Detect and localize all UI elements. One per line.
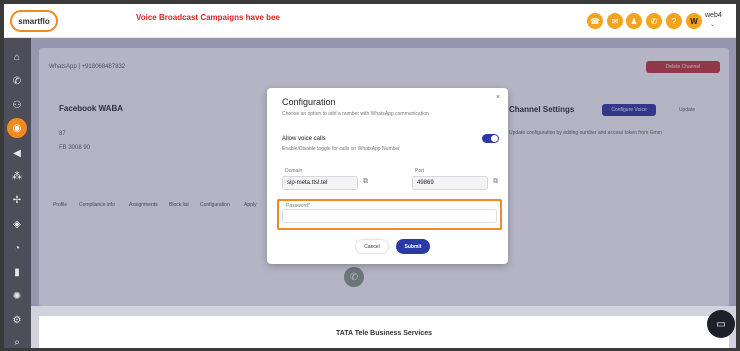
password-field[interactable]	[282, 209, 497, 223]
modal-subtitle: Choose an option to add a number with Wh…	[282, 111, 429, 117]
close-icon[interactable]: ×	[496, 94, 500, 101]
message-icon[interactable]: ✉	[607, 13, 623, 29]
app-window: smartflo Voice Broadcast Campaigns have …	[4, 4, 736, 348]
smartflo-logo[interactable]: smartflo	[10, 10, 58, 32]
gear-icon[interactable]: ⚙	[10, 313, 24, 327]
chat-icon[interactable]: ▭	[707, 310, 735, 338]
chevron-down-icon[interactable]: ⌄	[710, 21, 715, 28]
cancel-button[interactable]: Cancel	[356, 240, 388, 253]
sidebar: ⌂ ✆ ⚇ ◉ ◀ ⁂ ✢ ◈ ◔ ▮ ✺ ⚙ ⌕	[4, 38, 31, 348]
copy-icon[interactable]: ⧉	[493, 178, 498, 186]
phone-icon[interactable]: ✆	[10, 74, 24, 88]
modal-title: Configuration	[282, 97, 336, 107]
submit-button[interactable]: Submit	[396, 239, 430, 254]
megaphone-icon[interactable]: ◀	[10, 146, 24, 160]
top-bar: smartflo Voice Broadcast Campaigns have …	[4, 4, 736, 38]
channel-icon[interactable]: ◉	[7, 118, 27, 138]
domain-field[interactable]: sip-meta.ttsl.tel	[282, 176, 358, 190]
voice-calls-toggle[interactable]	[482, 134, 499, 143]
domain-label: Domain	[285, 168, 303, 174]
agent-icon[interactable]: ♟	[626, 13, 642, 29]
pie-chart-icon[interactable]: ◔	[10, 241, 24, 255]
bar-chart-icon[interactable]: ▮	[10, 265, 24, 279]
network-icon[interactable]: ⁂	[10, 169, 24, 183]
configuration-modal: Configuration Choose an option to add a …	[267, 88, 508, 264]
port-field[interactable]: 49869	[412, 176, 488, 190]
home-icon[interactable]: ⌂	[10, 50, 24, 64]
users-icon[interactable]: ⚇	[10, 98, 24, 112]
avatar[interactable]: W	[686, 13, 702, 29]
routing-icon[interactable]: ✢	[10, 193, 24, 207]
announcement-banner: Voice Broadcast Campaigns have bee	[136, 13, 280, 22]
user-name[interactable]: web4	[705, 12, 722, 19]
call-icon[interactable]: ✆	[646, 13, 662, 29]
help-icon[interactable]: ?	[666, 13, 682, 29]
settings-icon[interactable]: ✺	[10, 289, 24, 303]
footer: TATA Tele Business Services	[39, 316, 729, 348]
logo-text: smartflo	[18, 16, 50, 26]
port-label: Port	[415, 168, 425, 174]
voice-calls-label: Allow voice calls	[282, 136, 326, 142]
voice-calls-description: Enable/Disable toggle for calls on Whats…	[282, 146, 400, 152]
speaker-icon[interactable]: ◈	[10, 217, 24, 231]
search-icon[interactable]: ⌕	[10, 335, 24, 348]
copy-icon[interactable]: ⧉	[363, 178, 368, 186]
phone-icon[interactable]: ☎	[587, 13, 603, 29]
